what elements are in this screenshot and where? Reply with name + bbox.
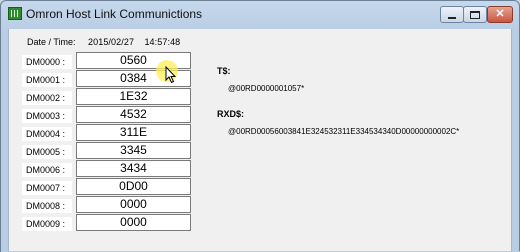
close-button[interactable]: ✕ [487, 6, 513, 23]
register-label: DM0007 : [22, 181, 72, 195]
mouse-pointer-icon [165, 66, 177, 84]
register-value-field[interactable]: 0000 [76, 196, 191, 213]
register-value-field[interactable]: 3434 [76, 160, 191, 177]
minimize-icon [448, 16, 456, 19]
minimize-button[interactable] [440, 6, 464, 23]
register-value-field[interactable]: 3345 [76, 142, 191, 159]
register-label: DM0003 : [22, 109, 72, 123]
register-label: DM0000 : [22, 55, 72, 69]
datetime-label: Date / Time: [27, 37, 76, 47]
register-label: DM0002 : [22, 91, 72, 105]
maximize-button[interactable] [463, 6, 487, 23]
app-window: Omron Host Link Communictions ✕ Date / T… [0, 0, 520, 252]
client-area: Date / Time: 2015/02/27 14:57:48 DM0000 … [8, 29, 512, 252]
register-value-field[interactable]: 311E [76, 124, 191, 141]
rx-value: @00RD00056003841E324532311E334534340D000… [228, 127, 460, 136]
datetime-value: 2015/02/27 14:57:48 [88, 37, 180, 47]
register-label: DM0005 : [22, 145, 72, 159]
register-label: DM0009 : [22, 217, 72, 231]
tx-label: T$: [217, 66, 231, 76]
time-value: 14:57:48 [144, 37, 181, 47]
rx-label: RXD$: [217, 109, 245, 119]
register-label: DM0001 : [22, 73, 72, 87]
tx-value: @00RD0000001057* [228, 84, 305, 93]
maximize-icon [470, 10, 480, 19]
register-value-field[interactable]: 4532 [76, 106, 191, 123]
app-grid-icon [8, 7, 22, 20]
window-title: Omron Host Link Communictions [26, 7, 203, 21]
register-label: DM0004 : [22, 127, 72, 141]
register-value-field[interactable]: 1E32 [76, 88, 191, 105]
register-value-field[interactable]: 0D00 [76, 178, 191, 195]
close-icon: ✕ [495, 8, 505, 20]
title-bar[interactable]: Omron Host Link Communictions ✕ [1, 1, 519, 27]
register-label: DM0008 : [22, 199, 72, 213]
register-value-field[interactable]: 0000 [76, 214, 191, 231]
date-value: 2015/02/27 [88, 37, 135, 47]
register-label: DM0006 : [22, 163, 72, 177]
